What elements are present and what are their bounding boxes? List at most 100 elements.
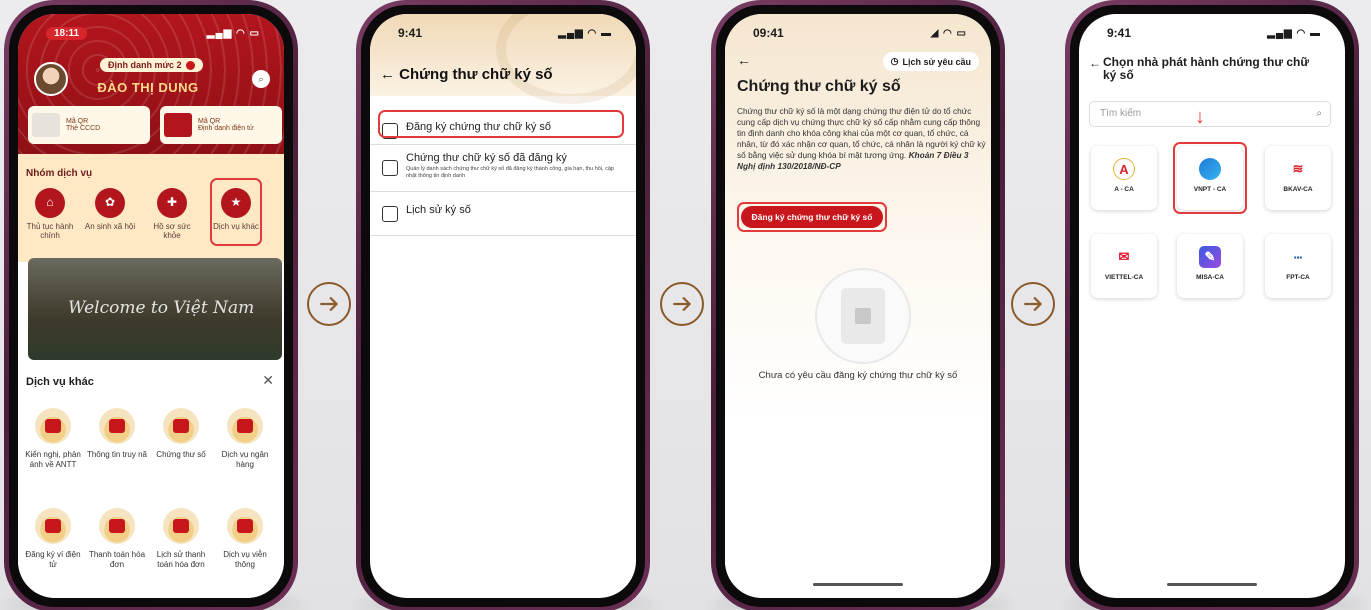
- highlight-box: [378, 110, 624, 138]
- level-badge: Định danh mức 2: [100, 58, 203, 72]
- phone-icon: [227, 508, 263, 544]
- screen-home: 18:11 ▂▄▆ ◠ ▭ Định danh mức 2 ĐÀO THỊ DU…: [18, 14, 284, 598]
- id-card-icon: [855, 308, 871, 324]
- screen-providers: 9:41 ▂▄▆ ◠ ▬ ← Chọn nhà phát hành chứng t…: [1079, 14, 1345, 598]
- status-bar: 9:41 ▂▄▆ ◠ ▬: [370, 24, 636, 42]
- phone-2: 9:41 ▂▄▆ ◠ ▬ ← Chứng thư chữ ký số Đăng k…: [356, 0, 650, 610]
- registered-cert-icon: [382, 160, 398, 176]
- sheet-item-certificate[interactable]: Chứng thư số: [150, 408, 212, 460]
- phone-bezel: 9:41 ▂▄▆ ◠ ▬ ← Chọn nhà phát hành chứng t…: [1070, 5, 1354, 607]
- provider-fpt-ca[interactable]: ▪▪▪ FPT-CA: [1265, 234, 1331, 298]
- empty-state-text: Chưa có yêu cầu đăng ký chứng thư chữ ký…: [758, 370, 958, 381]
- home-indicator: [1167, 583, 1257, 586]
- viettel-logo-icon: ✉: [1118, 249, 1130, 264]
- bkav-logo-icon: ≋: [1292, 161, 1304, 176]
- status-bar: 9:41 ▂▄▆ ◠ ▬: [1079, 24, 1345, 42]
- sheet-title: Dịch vụ khác: [26, 376, 94, 388]
- empty-state-illustration: [815, 268, 911, 364]
- status-time: 9:41: [1107, 26, 1132, 40]
- page-title: Chứng thư chữ ký số: [737, 78, 901, 95]
- banner-text: Welcome to Việt Nam: [68, 298, 255, 318]
- back-arrow-icon[interactable]: ←: [380, 66, 395, 83]
- close-icon[interactable]: ✕: [262, 372, 274, 389]
- status-bar: 09:41 ◢ ◠ ▭: [725, 24, 991, 42]
- a-ca-logo-icon: A: [1113, 158, 1135, 180]
- highlight-box: [737, 202, 887, 232]
- phone-bezel: 09:41 ◢ ◠ ▭ ← ◷ Lịch sử yêu cầu Chứng thư …: [716, 5, 1000, 607]
- screen-cert-info: 09:41 ◢ ◠ ▭ ← ◷ Lịch sử yêu cầu Chứng thư …: [725, 14, 991, 598]
- signal-icons: ◢ ◠ ▭: [930, 27, 967, 39]
- menu-item-desc: Quản lý danh sách chứng thư chữ ký số đã…: [406, 166, 614, 180]
- step-arrow: [1011, 282, 1055, 326]
- search-input[interactable]: Tìm kiếm ⌕: [1089, 101, 1331, 127]
- signal-icons: ▂▄▆ ◠ ▬: [558, 27, 612, 39]
- avatar[interactable]: [34, 62, 68, 96]
- service-social[interactable]: ✿ An sinh xã hội: [84, 188, 136, 231]
- receipt-icon: [163, 508, 199, 544]
- qr-card-subtitle: Định danh điện tử: [198, 125, 254, 132]
- service-group-title: Nhóm dịch vụ: [26, 168, 93, 179]
- phone-3: 09:41 ◢ ◠ ▭ ← ◷ Lịch sử yêu cầu Chứng thư …: [711, 0, 1005, 610]
- pointer-arrow-icon: ↓: [1195, 106, 1205, 128]
- bank-icon: [227, 408, 263, 444]
- misa-logo-icon: ✎: [1199, 246, 1221, 268]
- search-icon: ⌕: [1316, 108, 1322, 119]
- building-icon: ⌂: [35, 188, 65, 218]
- siren-icon: [35, 408, 71, 444]
- provider-misa-ca[interactable]: ✎ MISA-CA: [1177, 234, 1243, 298]
- qr-card-eid[interactable]: Mã QR Định danh điện tử: [160, 106, 282, 144]
- provider-a-ca[interactable]: AA - CA: [1091, 146, 1157, 210]
- page-title: ← Chứng thư chữ ký số: [380, 66, 553, 83]
- fpt-logo-icon: ▪▪▪: [1293, 252, 1303, 262]
- provider-bkav-ca[interactable]: ≋ BKAV-CA: [1265, 146, 1331, 210]
- menu-item-registered[interactable]: Chứng thư chữ ký số đã đăng ký Quản lý da…: [370, 150, 636, 192]
- document-icon: [99, 408, 135, 444]
- shield-icon: [185, 60, 195, 70]
- menu-item-label: Lịch sử ký số: [406, 204, 471, 216]
- signal-icons: ▂▄▆ ◠ ▭: [206, 27, 260, 39]
- tutorial-stage: 18:11 ▂▄▆ ◠ ▭ Định danh mức 2 ĐÀO THỊ DU…: [0, 0, 1371, 610]
- service-health[interactable]: ✚ Hồ sơ sức khỏe: [146, 188, 198, 240]
- flower-icon: ✿: [95, 188, 125, 218]
- sheet-item-ewallet[interactable]: Đăng ký ví điện tử: [22, 508, 84, 569]
- bill-icon: [99, 508, 135, 544]
- certificate-icon: [163, 408, 199, 444]
- sheet-item-bill[interactable]: Thanh toán hóa đơn: [86, 508, 148, 569]
- id-card-icon: [32, 113, 60, 137]
- signal-icons: ▂▄▆ ◠ ▬: [1267, 27, 1321, 39]
- emblem-icon: [164, 113, 192, 137]
- home-indicator: [813, 583, 903, 586]
- qr-card-cccd[interactable]: Mã QR Thẻ CCCD: [28, 106, 150, 144]
- sheet-item-telecom[interactable]: Dịch vụ viễn thông: [214, 508, 276, 569]
- search-icon[interactable]: ⌕: [252, 70, 270, 88]
- wallet-icon: [35, 508, 71, 544]
- qr-card-title: Mã QR: [66, 118, 89, 125]
- status-time: 18:11: [46, 26, 88, 40]
- qr-card-title: Mã QR: [198, 118, 221, 125]
- status-time: 09:41: [753, 26, 784, 40]
- qr-card-subtitle: Thẻ CCCD: [66, 125, 101, 132]
- sheet-item-bank[interactable]: Dịch vụ ngân hàng: [214, 408, 276, 469]
- clock-icon: ◷: [890, 56, 899, 66]
- menu-item-label: Chứng thư chữ ký số đã đăng ký: [406, 152, 567, 164]
- back-arrow-icon[interactable]: ←: [1089, 56, 1101, 70]
- service-group: Nhóm dịch vụ ⌂ Thủ tục hành chính ✿ An sin…: [18, 154, 284, 262]
- history-icon: [382, 206, 398, 222]
- highlight-box: [210, 178, 262, 246]
- screen-cert-menu: 9:41 ▂▄▆ ◠ ▬ ← Chứng thư chữ ký số Đăng k…: [370, 14, 636, 598]
- provider-viettel-ca[interactable]: ✉ VIETTEL-CA: [1091, 234, 1157, 298]
- step-arrow: [660, 282, 704, 326]
- arrow-right-icon: [1024, 296, 1043, 312]
- sheet-item-report[interactable]: Kiến nghị, phản ánh về ANTT: [22, 408, 84, 469]
- service-admin[interactable]: ⌂ Thủ tục hành chính: [24, 188, 76, 240]
- history-request-button[interactable]: ◷ Lịch sử yêu cầu: [882, 52, 979, 71]
- other-services-sheet: Dịch vụ khác ✕ Kiến nghị, phản ánh về AN…: [18, 360, 284, 598]
- user-name: ĐÀO THỊ DUNG: [97, 80, 199, 95]
- sheet-item-bill-history[interactable]: Lịch sử thanh toán hóa đơn: [150, 508, 212, 569]
- sheet-item-wanted[interactable]: Thông tin truy nã: [86, 408, 148, 460]
- back-arrow-icon[interactable]: ←: [737, 52, 751, 68]
- menu-item-history[interactable]: Lịch sử ký số: [370, 198, 636, 236]
- status-time: 9:41: [398, 26, 423, 40]
- health-icon: ✚: [157, 188, 187, 218]
- page-title: Chọn nhà phát hành chứng thư chữ ký số: [1103, 55, 1310, 83]
